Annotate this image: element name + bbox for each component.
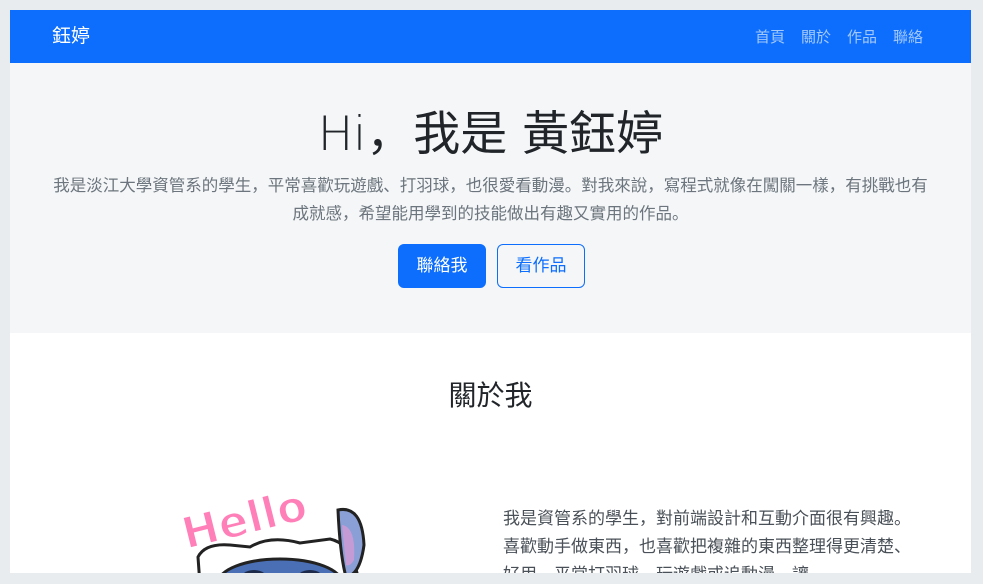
contact-me-button[interactable]: 聯絡我 (398, 244, 486, 288)
nav-link-about[interactable]: 關於 (801, 26, 831, 47)
nav-link-works[interactable]: 作品 (847, 26, 877, 47)
hero-description: 我是淡江大學資管系的學生，平常喜歡玩遊戲、打羽球，也很愛看動漫。對我來說，寫程式… (53, 176, 928, 223)
nav-links: 首頁 關於 作品 聯絡 (755, 10, 923, 63)
stitch-hello-sticker: Hello (176, 479, 366, 573)
nav-link-contact[interactable]: 聯絡 (893, 26, 923, 47)
nav-link-home[interactable]: 首頁 (755, 26, 785, 47)
navbar-brand[interactable]: 鈺婷 (52, 10, 90, 63)
navbar: 鈺婷 首頁 關於 作品 聯絡 (10, 10, 971, 63)
view-works-button[interactable]: 看作品 (497, 244, 585, 288)
hero-title: Hi，我是 黃鈺婷 (317, 107, 664, 162)
hero-section: Hi，我是 黃鈺婷 我是淡江大學資管系的學生，平常喜歡玩遊戲、打羽球，也很愛看動… (10, 63, 971, 333)
page-frame: 鈺婷 首頁 關於 作品 聯絡 Hi，我是 黃鈺婷 我是淡江大學資管系的學生，平常… (10, 10, 971, 573)
about-description: 我是資管系的學生，對前端設計和互動介面很有興趣。喜歡動手做東西，也喜歡把複雜的東… (503, 509, 911, 573)
about-section-title: 關於我 (448, 379, 533, 412)
